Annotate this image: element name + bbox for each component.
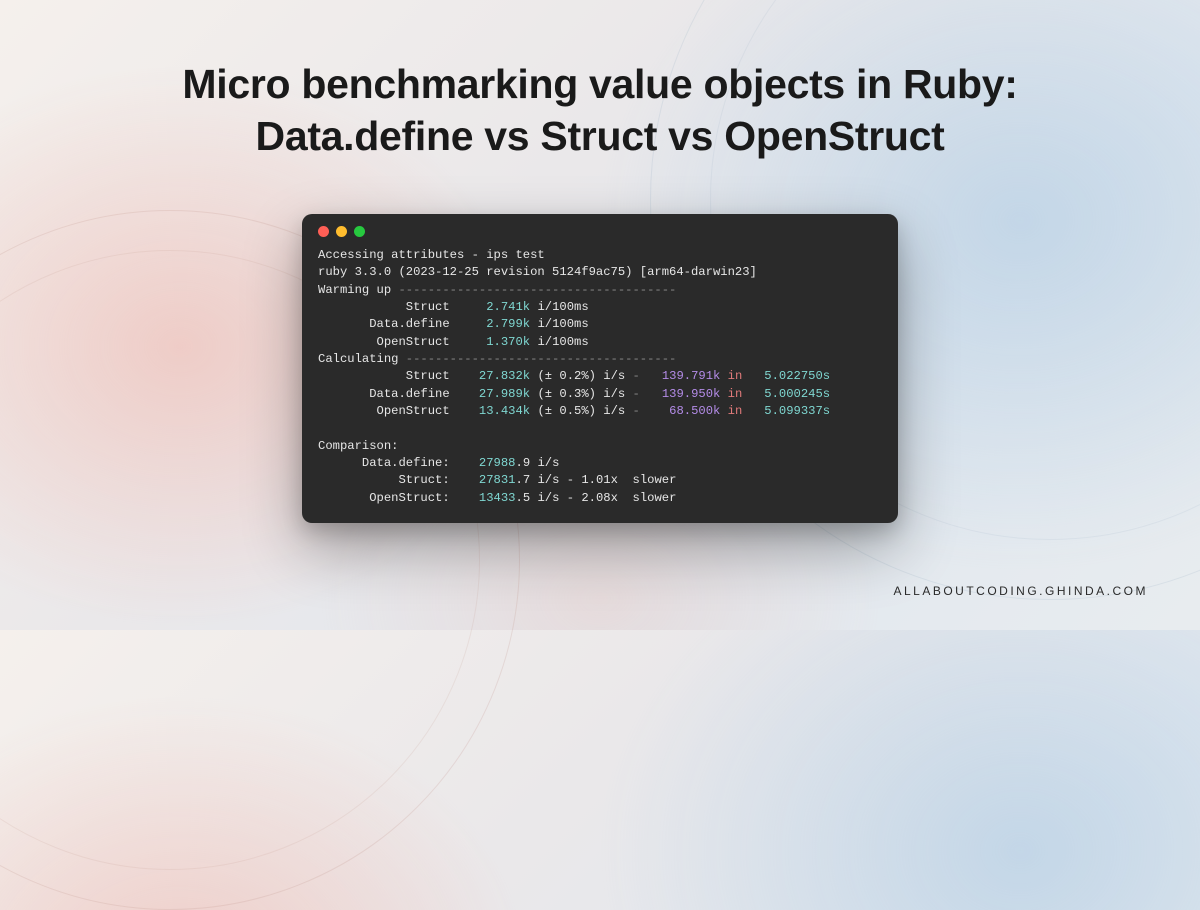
terminal-titlebar <box>318 226 882 247</box>
minimize-icon[interactable] <box>336 226 347 237</box>
close-icon[interactable] <box>318 226 329 237</box>
terminal-window: Accessing attributes - ips test ruby 3.3… <box>302 214 898 523</box>
footer-credit: ALLABOUTCODING.GHINDA.COM <box>893 584 1148 598</box>
page-title: Micro benchmarking value objects in Ruby… <box>100 58 1100 163</box>
terminal-output: Accessing attributes - ips test ruby 3.3… <box>318 247 882 507</box>
title-line-1: Micro benchmarking value objects in Ruby… <box>182 61 1017 107</box>
maximize-icon[interactable] <box>354 226 365 237</box>
title-line-2: Data.define vs Struct vs OpenStruct <box>256 113 945 159</box>
